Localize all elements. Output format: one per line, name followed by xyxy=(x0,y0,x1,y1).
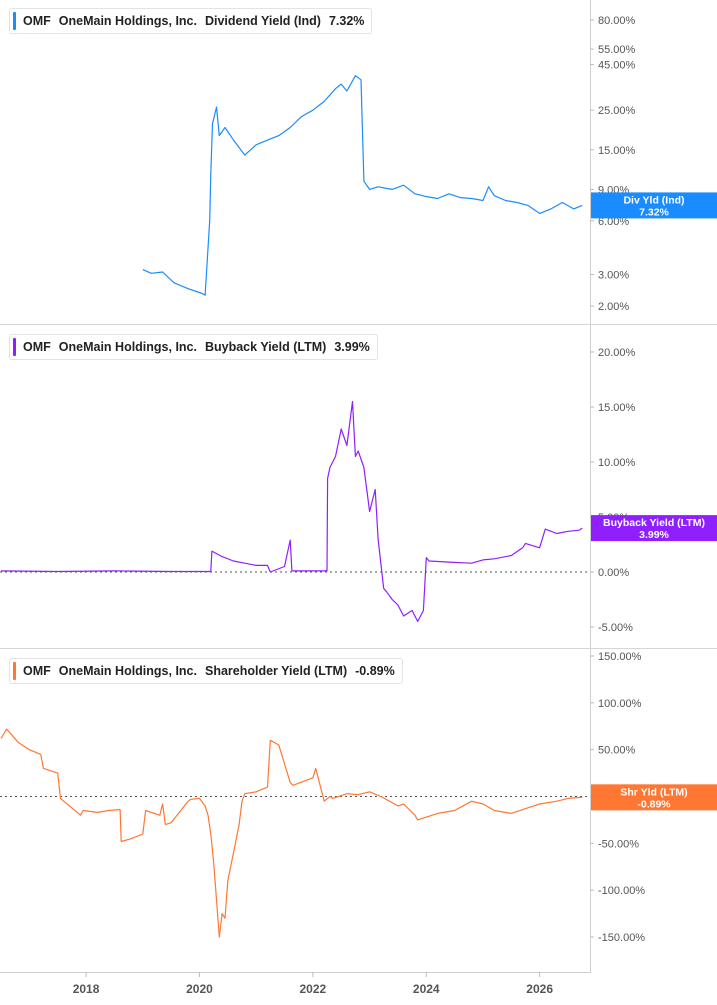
x-tick-label: 2026 xyxy=(526,982,553,996)
value-tags: Div Yld (Ind)7.32% Buyback Yield (LTM)3.9… xyxy=(591,192,717,811)
y-tick-label: -50.00% xyxy=(598,838,639,850)
legend-value: -0.89% xyxy=(355,664,395,678)
legend-shareholder-yield[interactable]: OMF OneMain Holdings, Inc. Shareholder Y… xyxy=(9,658,403,684)
x-tick-label: 2024 xyxy=(413,982,440,996)
legend-metric: Dividend Yield (Ind) xyxy=(204,14,321,28)
y-tick-label: -5.00% xyxy=(598,622,633,634)
y-tick-label: 20.00% xyxy=(598,347,636,359)
legend-dividend-yield[interactable]: OMF OneMain Holdings, Inc. Dividend Yiel… xyxy=(9,8,373,34)
legend-value: 3.99% xyxy=(334,340,370,354)
x-tick-label: 2018 xyxy=(73,982,100,996)
buyback-value-tag: Buyback Yield (LTM)3.99% xyxy=(591,515,717,542)
legend-metric: Buyback Yield (LTM) xyxy=(204,340,327,354)
legend-color-swatch xyxy=(13,338,16,356)
y-tick-label: 10.00% xyxy=(598,457,636,469)
dividend-series-line xyxy=(142,75,583,296)
value-tag-label: Div Yld (Ind) xyxy=(623,194,684,206)
value-tag-label: Buyback Yield (LTM) xyxy=(603,517,705,529)
buyback-series-line xyxy=(0,400,583,623)
y-tick-label: 15.00% xyxy=(598,145,636,157)
dividend-value-tag: Div Yld (Ind)7.32% xyxy=(591,192,717,219)
shareholder-value-tag: Shr Yld (LTM)-0.89% xyxy=(591,784,717,811)
y-tick-label: 50.00% xyxy=(598,745,636,757)
y-tick-label: 100.00% xyxy=(598,698,642,710)
y-tick-label: 3.00% xyxy=(598,270,629,282)
value-tag-value: -0.89% xyxy=(637,798,671,810)
value-tag-label: Shr Yld (LTM) xyxy=(620,786,687,798)
y-tick-label: -100.00% xyxy=(598,885,645,897)
y-tick-label: 0.00% xyxy=(598,567,629,579)
chart-area: 80.00%55.00%45.00%25.00%15.00%9.00%6.00%… xyxy=(0,0,717,996)
y-tick-label: 15.00% xyxy=(598,402,636,414)
legend-value: 7.32% xyxy=(328,14,365,28)
y-tick-label: 80.00% xyxy=(598,15,636,27)
y-tick-label: 55.00% xyxy=(598,44,636,56)
y-tick-label: 150.00% xyxy=(598,651,642,663)
legend-color-swatch xyxy=(13,12,16,30)
legend-ticker: OMF xyxy=(23,664,51,678)
legend-company: OneMain Holdings, Inc. xyxy=(58,14,197,28)
legend-company: OneMain Holdings, Inc. xyxy=(58,340,197,354)
y-tick-label: 25.00% xyxy=(598,105,636,117)
value-tag-value: 7.32% xyxy=(639,206,669,218)
x-tick-label: 2022 xyxy=(299,982,326,996)
y-tick-label: 45.00% xyxy=(598,60,636,72)
y-tick-label: 2.00% xyxy=(598,301,629,313)
legend-buyback-yield[interactable]: OMF OneMain Holdings, Inc. Buyback Yield… xyxy=(9,334,378,360)
legend-color-swatch xyxy=(13,662,16,680)
legend-company: OneMain Holdings, Inc. xyxy=(58,664,197,678)
legend-metric: Shareholder Yield (LTM) xyxy=(204,664,348,678)
y-tick-label: -150.00% xyxy=(598,932,645,944)
legend-ticker: OMF xyxy=(23,14,51,28)
x-tick-label: 2020 xyxy=(186,982,213,996)
series-layer xyxy=(0,75,583,938)
value-tag-value: 3.99% xyxy=(639,529,669,541)
legend-ticker: OMF xyxy=(23,340,51,354)
shareholder-series-line xyxy=(0,728,583,938)
axis-layer: 80.00%55.00%45.00%25.00%15.00%9.00%6.00%… xyxy=(73,15,646,996)
